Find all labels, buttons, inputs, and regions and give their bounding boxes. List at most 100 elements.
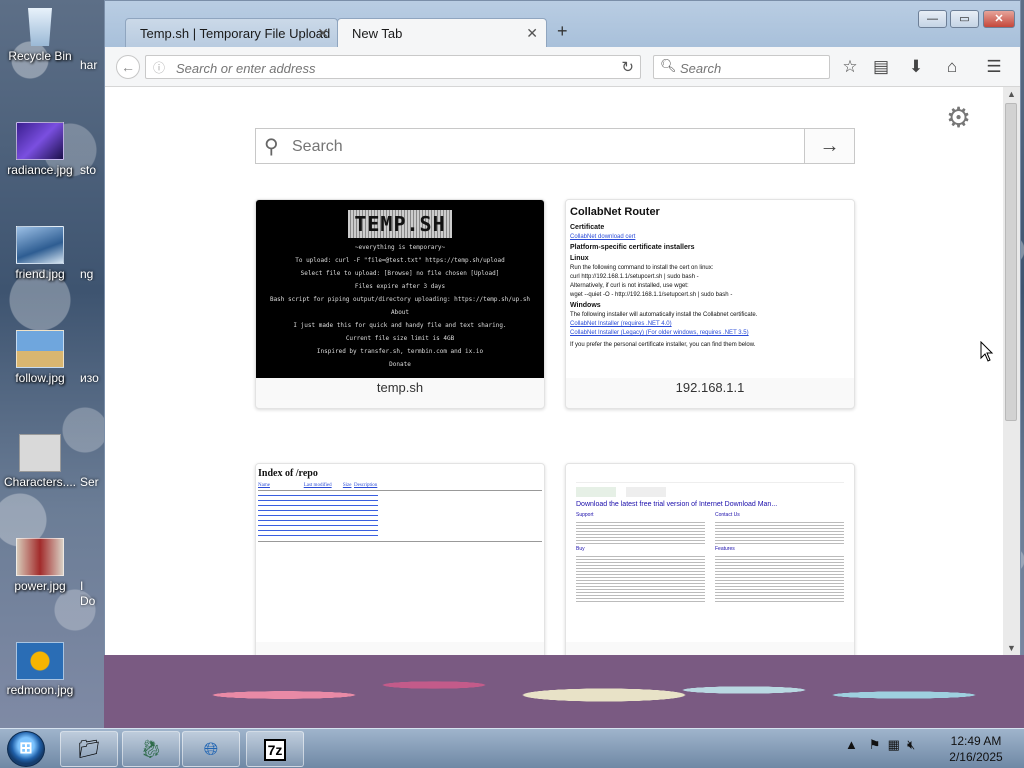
preview-line: I just made this for quick and handy fil… (293, 322, 507, 329)
tile-thumbnail: TEMP.SH ~everything is temporary~ To upl… (256, 200, 544, 378)
network-icon[interactable]: ▦ (888, 737, 900, 752)
star-icon[interactable]: ☆ (837, 55, 863, 79)
preview-search-header (576, 468, 844, 483)
preview-section: Linux (570, 255, 589, 262)
preview-section: Support (576, 512, 594, 518)
preview-divider (258, 541, 542, 542)
image-thumbnail-icon (16, 330, 64, 368)
maximize-button[interactable]: ▭ (950, 10, 979, 28)
taskbar: ⊞ 📁︎ 🐉︎ 🌐︎ 7z ▲ ⚑ ▦ 🔇︎ 12:49 AM 2/16/202… (0, 728, 1024, 768)
preview-heading: CollabNet Router (570, 206, 660, 218)
new-tab-button[interactable]: + (557, 21, 568, 42)
top-site-tile-temp-sh[interactable]: TEMP.SH ~everything is temporary~ To upl… (255, 199, 545, 409)
preview-text-block (576, 520, 705, 544)
preview-line: Alternatively, if curl is not installed,… (570, 283, 689, 289)
new-tab-search-box[interactable]: ⚲ → (255, 128, 855, 164)
taskbar-app-windows-explorer[interactable]: 📁︎ (60, 731, 118, 767)
search-input[interactable] (678, 58, 822, 78)
preview-rows (258, 493, 378, 539)
search-go-arrow-icon[interactable]: → (804, 129, 854, 163)
globe-download-icon: 🌐︎ (203, 739, 219, 759)
top-site-tile-router[interactable]: CollabNet Router Certificate CollabNet d… (565, 199, 855, 409)
preview-column: Size (342, 483, 352, 488)
close-window-button[interactable]: ✕ (983, 10, 1015, 28)
preview-column-headers: Name Last modified Size Description (258, 483, 542, 488)
clock-time: 12:49 AM (950, 734, 1002, 748)
preview-column: Last modified (303, 483, 332, 488)
new-tab-search-input[interactable] (290, 136, 794, 158)
home-icon[interactable]: ⌂ (939, 55, 965, 79)
desktop-icon-partial-label[interactable]: ng (80, 267, 104, 281)
preview-line: curl http://192.168.1.1/setupcert.sh | s… (570, 274, 699, 280)
preview-column: Name (258, 483, 270, 488)
download-icon[interactable]: ⬇ (903, 55, 929, 79)
address-input[interactable] (174, 58, 608, 78)
close-tab-icon[interactable]: ✕ (317, 25, 329, 42)
tab-new-tab[interactable]: New Tab ✕ (337, 18, 547, 47)
preview-text-block (715, 554, 844, 604)
preview-line: ~everything is temporary~ (354, 244, 446, 251)
desktop-icon-friend[interactable]: friend.jpg (0, 226, 80, 281)
preview-line: If you prefer the personal certificate i… (570, 342, 756, 348)
desktop-icon-partial-label[interactable]: sto (80, 163, 104, 177)
scroll-up-arrow-icon[interactable]: ▲ (1007, 89, 1016, 99)
preview-section: Windows (570, 302, 601, 309)
address-bar[interactable]: ⓘ ↻ (145, 55, 641, 79)
start-button[interactable]: ⊞ (7, 731, 45, 767)
preview-line: wget --quiet -O - http://192.168.1.1/set… (570, 292, 733, 298)
system-clock[interactable]: 12:49 AM 2/16/2025 (940, 733, 1012, 765)
desktop-icon-partial-label[interactable]: Ser (80, 475, 104, 489)
desktop-icon-partial-label[interactable]: Do (80, 594, 104, 608)
close-tab-icon[interactable]: ✕ (526, 25, 538, 42)
desktop-icon-characters[interactable]: Characters.... (0, 434, 80, 489)
preview-result-title: Download the latest free trial version o… (576, 501, 778, 508)
preview-text-block (715, 520, 844, 544)
desktop-icon-partial-label[interactable]: har (80, 58, 104, 72)
desktop-icon-partial-label[interactable]: I (80, 579, 104, 593)
preview-column: Description (353, 483, 378, 488)
action-center-flag-icon[interactable]: ⚑ (869, 737, 881, 752)
top-site-tile-search-result[interactable]: Download the latest free trial version o… (565, 463, 855, 655)
info-icon[interactable]: ⓘ (153, 59, 165, 76)
scrollbar-thumb[interactable] (1005, 103, 1017, 421)
reload-icon[interactable]: ↻ (621, 58, 634, 76)
back-button[interactable]: ← (116, 55, 140, 79)
preview-heading: Index of /repo (258, 468, 318, 479)
reading-list-icon[interactable]: ▤ (868, 55, 894, 79)
navigation-toolbar: ← ⓘ ↻ 🔍︎ ☆ ▤ ⬇ ⌂ ☰ (105, 47, 1020, 87)
preview-section: Certificate (570, 224, 605, 231)
preview-section: Contact Us (715, 512, 740, 518)
top-site-tile-repo-index[interactable]: Index of /repo Name Last modified Size D… (255, 463, 545, 655)
search-bar[interactable]: 🔍︎ (653, 55, 830, 79)
preview-link: CollabNet Installer (Legacy) (For older … (570, 330, 749, 336)
tab-temp-sh[interactable]: Temp.sh | Temporary File Upload ✕ (125, 18, 338, 47)
scroll-down-arrow-icon[interactable]: ▼ (1007, 643, 1016, 653)
tab-title: Temp.sh | Temporary File Upload (140, 26, 331, 41)
taskbar-app-7zip[interactable]: 7z (246, 731, 304, 767)
folder-icon: 📁︎ (77, 739, 101, 759)
desktop-icon-follow[interactable]: follow.jpg (0, 330, 80, 385)
minimize-button[interactable]: — (918, 10, 947, 28)
tile-thumbnail: Index of /repo Name Last modified Size D… (256, 464, 544, 642)
preview-line: Donate (389, 361, 411, 368)
preview-section: Buy (576, 546, 585, 552)
gear-icon[interactable]: ⚙ (946, 101, 971, 134)
taskbar-app-dragon[interactable]: 🐉︎ (122, 731, 180, 767)
tile-title: 192.168.1.1 (675, 380, 745, 395)
taskbar-app-internet-download-manager[interactable]: 🌐︎ (182, 731, 240, 767)
desktop-icon-recycle-bin[interactable]: Recycle Bin (0, 8, 80, 63)
clock-date: 2/16/2025 (949, 750, 1003, 764)
image-thumbnail-icon (16, 538, 64, 576)
desktop-icon-partial-label[interactable]: изо (80, 371, 104, 385)
desktop-icon-radiance[interactable]: radiance.jpg (0, 122, 80, 177)
preview-line: Select file to upload: [Browse] no file … (300, 270, 500, 277)
desktop-icon-redmoon[interactable]: redmoon.jpg (0, 642, 80, 697)
volume-muted-icon[interactable]: 🔇︎ (907, 737, 915, 752)
preview-divider (258, 490, 542, 491)
desktop-icon-power[interactable]: power.jpg (0, 538, 80, 593)
preview-link: CollabNet Installer (requires .NET 4.0) (570, 321, 672, 327)
menu-icon[interactable]: ☰ (981, 55, 1007, 79)
mouse-cursor-icon (980, 341, 994, 362)
show-hidden-icons-arrow-icon[interactable]: ▲ (845, 737, 858, 752)
vertical-scrollbar[interactable]: ▲ ▼ (1003, 87, 1020, 655)
